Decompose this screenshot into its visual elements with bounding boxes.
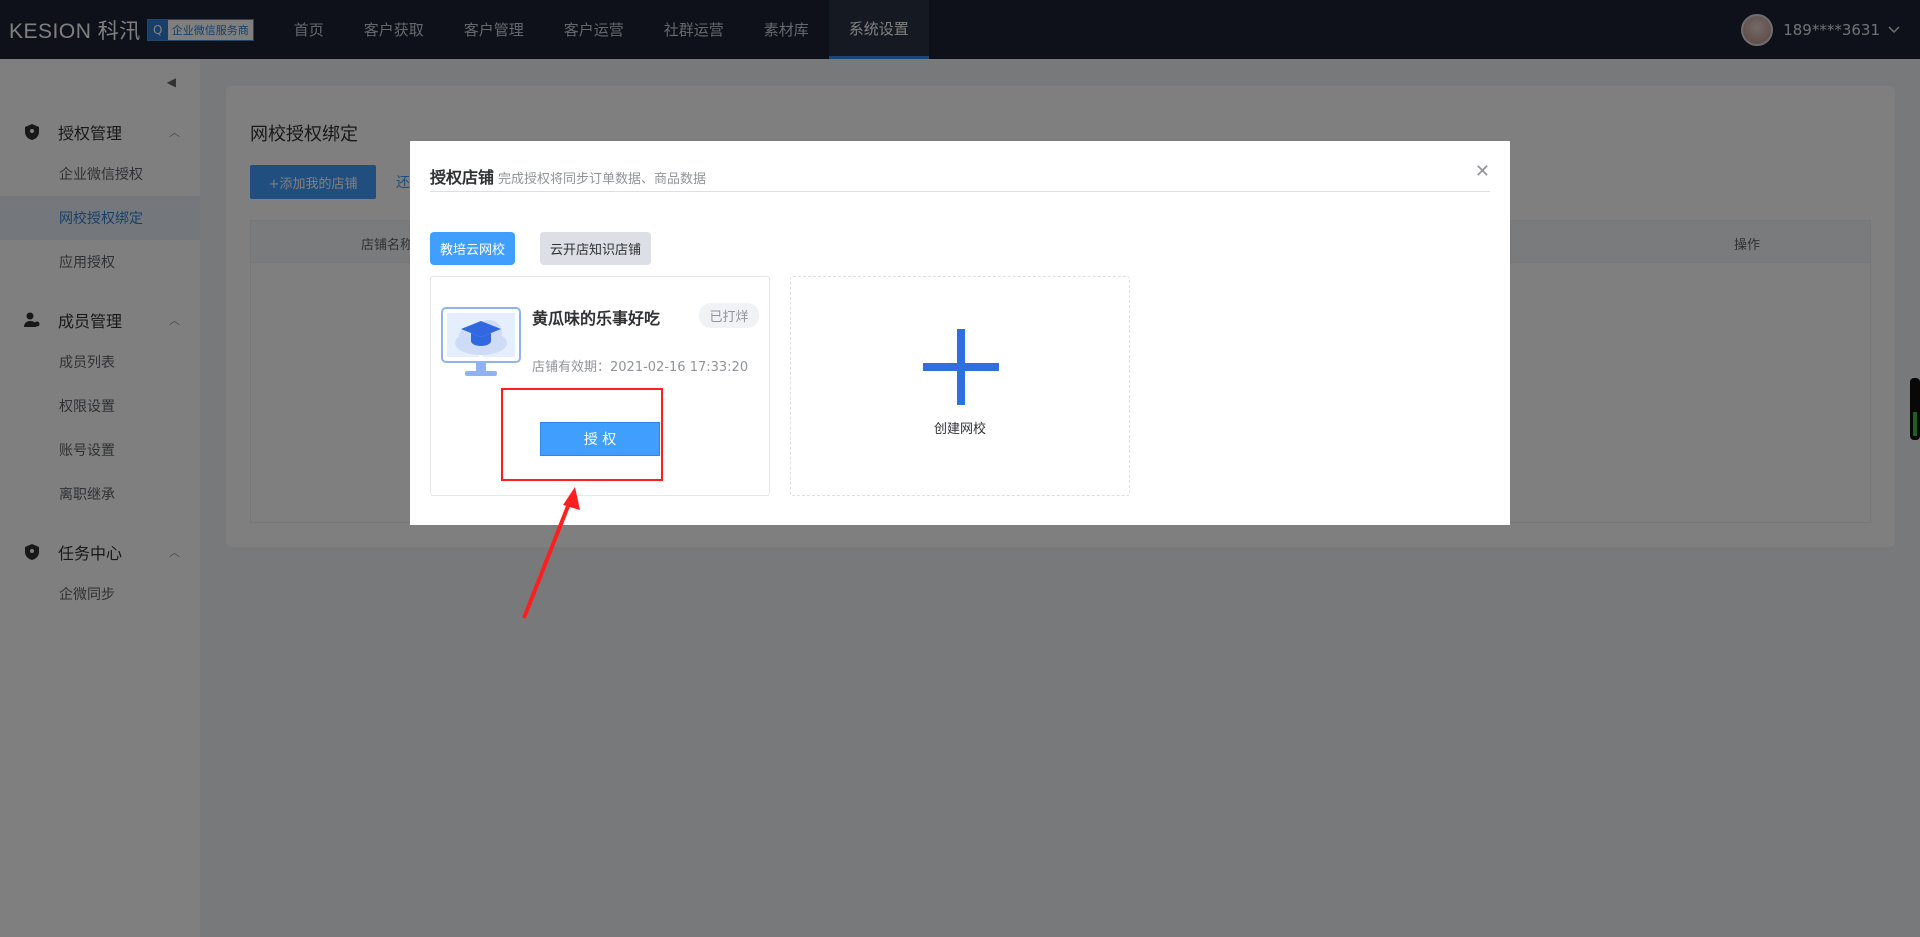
annotation-arrow [522, 487, 580, 619]
